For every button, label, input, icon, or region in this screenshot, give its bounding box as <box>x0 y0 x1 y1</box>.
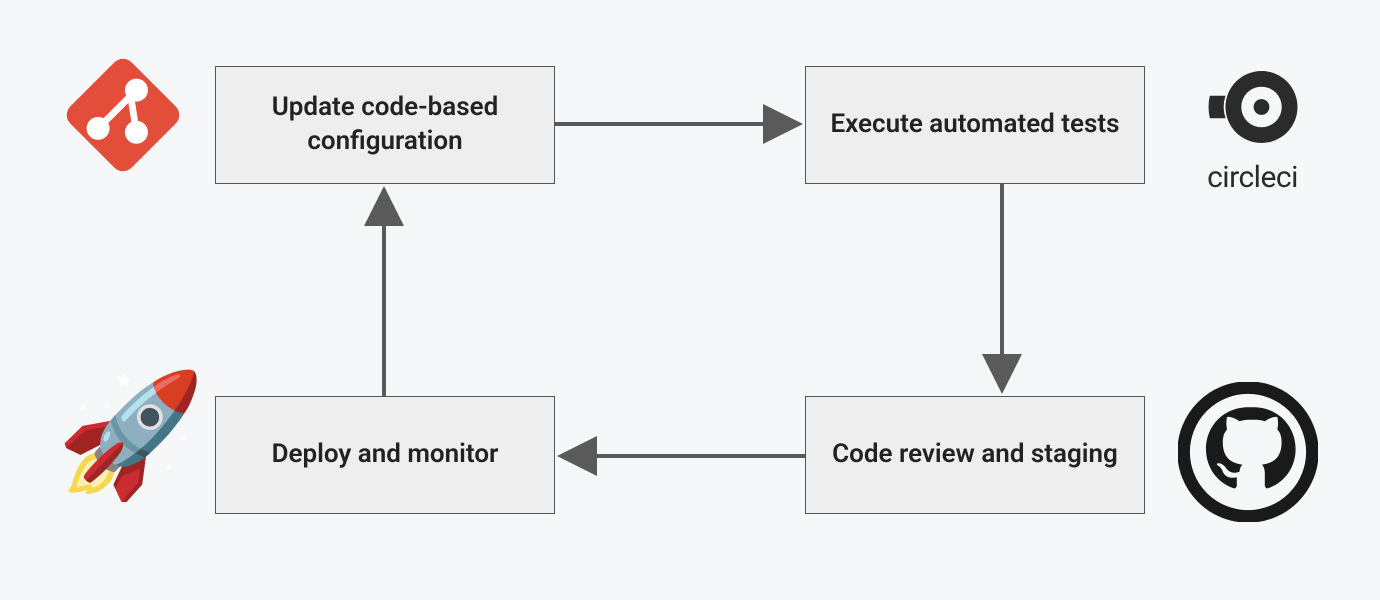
arrow-top <box>555 112 805 136</box>
step-label: Execute automated tests <box>831 108 1120 142</box>
step-label: Update code-based configuration <box>236 91 534 159</box>
arrow-right <box>990 184 1014 396</box>
circleci-icon: circleci <box>1165 62 1340 192</box>
step-execute-tests: Execute automated tests <box>805 66 1145 184</box>
arrow-left <box>372 184 396 396</box>
step-label: Deploy and monitor <box>272 438 499 472</box>
step-update-config: Update code-based configuration <box>215 66 555 184</box>
git-icon <box>58 50 188 180</box>
github-icon <box>1178 382 1318 522</box>
step-deploy-monitor: Deploy and monitor <box>215 396 555 514</box>
step-code-review: Code review and staging <box>805 396 1145 514</box>
arrow-bottom <box>555 444 805 468</box>
step-label: Code review and staging <box>832 438 1118 472</box>
rocket-icon: 🚀 <box>56 376 196 516</box>
circleci-label: circleci <box>1165 160 1340 195</box>
